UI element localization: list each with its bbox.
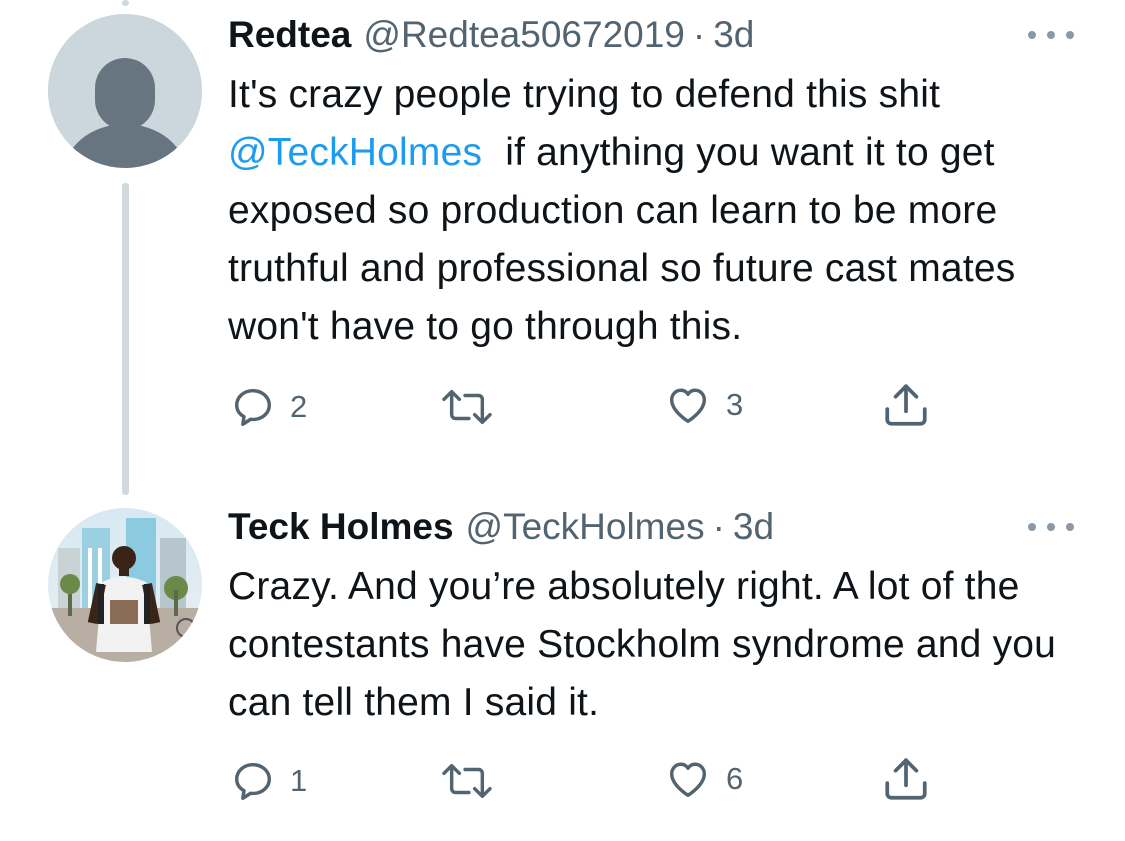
separator: ·: [692, 14, 706, 55]
share-button[interactable]: [880, 754, 932, 804]
reply-count: 1: [290, 763, 308, 798]
heart-icon: [669, 762, 707, 798]
like-count: 3: [726, 387, 744, 422]
like-count: 6: [726, 761, 744, 796]
more-icon[interactable]: [1028, 22, 1074, 48]
retweet-button[interactable]: [440, 758, 508, 804]
tweet-text-start: It's crazy people trying to defend this …: [228, 73, 941, 116]
like-button[interactable]: 3: [664, 382, 743, 428]
tweet-text: Crazy. And you’re absolutely right. A lo…: [228, 565, 1057, 724]
avatar[interactable]: [48, 14, 202, 168]
user-handle[interactable]: @TeckHolmes: [466, 502, 705, 552]
heart-icon: [669, 388, 707, 424]
reply-icon: [234, 762, 272, 800]
reply-icon: [234, 388, 272, 426]
display-name[interactable]: Redtea: [228, 10, 351, 60]
tweet-redtea[interactable]: Redtea @Redtea50672019 · 3d It's crazy p…: [0, 0, 1125, 470]
tweet-header: Redtea @Redtea50672019 · 3d: [228, 10, 754, 60]
reply-button[interactable]: 1: [230, 758, 307, 804]
display-name[interactable]: Teck Holmes: [228, 502, 454, 552]
user-handle[interactable]: @Redtea50672019: [363, 10, 685, 60]
share-icon: [885, 758, 927, 800]
share-button[interactable]: [880, 380, 932, 430]
separator: ·: [712, 506, 725, 547]
retweet-icon: [442, 389, 492, 425]
mention-link[interactable]: @TeckHolmes: [228, 131, 482, 174]
retweet-icon: [442, 763, 492, 799]
avatar[interactable]: [48, 508, 202, 662]
timestamp[interactable]: 3d: [713, 10, 754, 60]
tweet-header: Teck Holmes @TeckHolmes · 3d: [228, 502, 774, 552]
tweet-teck-holmes[interactable]: Teck Holmes @TeckHolmes · 3d Crazy. And …: [0, 500, 1125, 841]
retweet-button[interactable]: [440, 384, 508, 430]
share-icon: [885, 384, 927, 426]
like-button[interactable]: 6: [664, 756, 743, 802]
more-icon[interactable]: [1028, 514, 1074, 540]
profile-photo: [48, 508, 202, 662]
timestamp[interactable]: 3d: [733, 502, 774, 552]
reply-count: 2: [290, 389, 308, 424]
tweet-text: It's crazy people trying to defend this …: [228, 66, 1108, 356]
default-avatar-icon: [48, 14, 202, 168]
reply-button[interactable]: 2: [230, 384, 307, 430]
